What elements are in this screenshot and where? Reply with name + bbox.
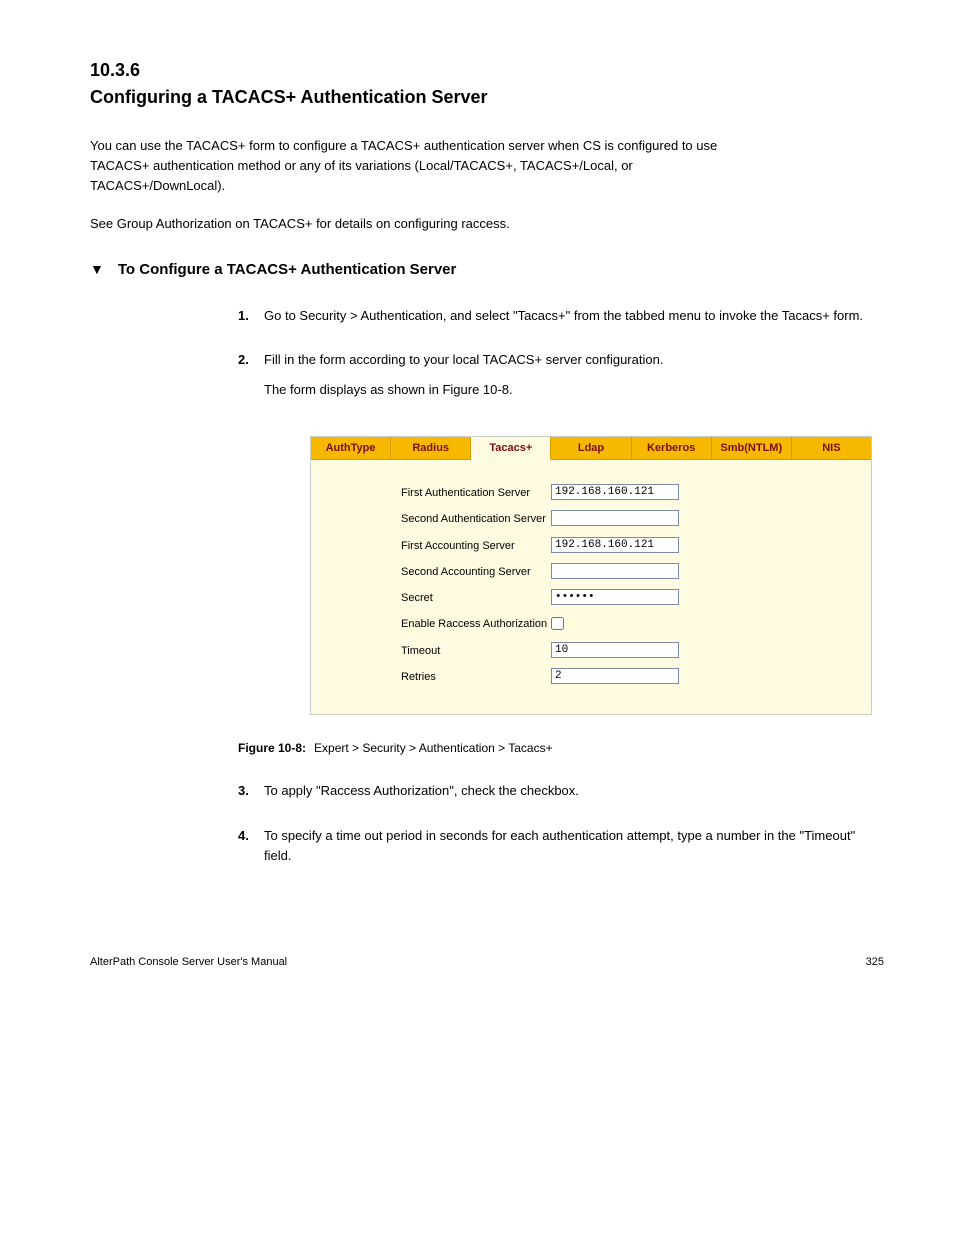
step-3: 3. To apply "Raccess Authorization", che… [238,781,884,811]
first-acct-label: First Accounting Server [401,537,551,553]
footer-right: 325 [866,956,884,968]
footer-left: AlterPath Console Server User's Manual [90,956,287,968]
tab-ldap[interactable]: Ldap [551,437,631,459]
figure-caption: Figure 10-8:Expert > Security > Authenti… [238,741,884,755]
retries-input[interactable] [551,668,679,684]
second-acct-label: Second Accounting Server [401,563,551,579]
tacacs-form-panel: AuthType Radius Tacacs+ Ldap Kerberos Sm… [310,436,872,715]
raccess-label: Enable Raccess Authorization [401,615,551,631]
xref-paragraph: See Group Authorization on TACACS+ for d… [90,214,770,234]
step-1: 1. Go to Security > Authentication, and … [238,306,884,336]
timeout-label: Timeout [401,642,551,658]
section-number: 10.3.6 [90,60,884,81]
procedure-heading: ▼ To Configure a TACACS+ Authentication … [90,261,884,278]
retries-label: Retries [401,668,551,684]
intro-paragraph: You can use the TACACS+ form to configur… [90,136,770,196]
raccess-checkbox[interactable] [551,617,564,630]
tab-kerberos[interactable]: Kerberos [632,437,712,459]
section-title: Configuring a TACACS+ Authentication Ser… [90,87,884,108]
secret-label: Secret [401,589,551,605]
step-4: 4. To specify a time out period in secon… [238,826,884,876]
second-acct-input[interactable] [551,563,679,579]
step-2: 2. Fill in the form according to your lo… [238,350,884,410]
tab-smb[interactable]: Smb(NTLM) [712,437,792,459]
first-acct-input[interactable] [551,537,679,553]
tab-nis[interactable]: NIS [792,437,871,459]
tab-tacacs[interactable]: Tacacs+ [471,437,551,460]
first-auth-label: First Authentication Server [401,484,551,500]
triangle-icon: ▼ [90,261,104,277]
second-auth-input[interactable] [551,510,679,526]
timeout-input[interactable] [551,642,679,658]
tab-radius[interactable]: Radius [391,437,471,459]
second-auth-label: Second Authentication Server [401,510,551,526]
secret-input[interactable] [551,589,679,605]
tab-authtype[interactable]: AuthType [311,437,391,459]
tab-bar: AuthType Radius Tacacs+ Ldap Kerberos Sm… [311,437,871,460]
first-auth-input[interactable] [551,484,679,500]
